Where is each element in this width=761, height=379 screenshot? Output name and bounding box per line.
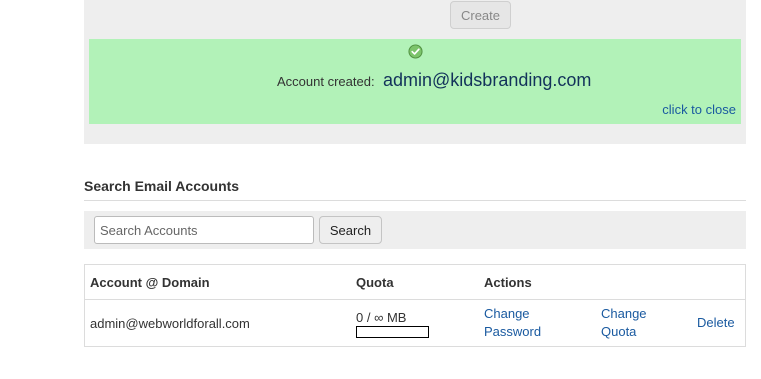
change-password-line2: Password	[484, 324, 542, 339]
search-section-title: Search Email Accounts	[84, 178, 240, 194]
account-email: admin@webworldforall.com	[90, 316, 250, 331]
quota-text: 0 / ∞ MB	[356, 310, 407, 325]
accounts-table: Account @ Domain Quota Actions admin@web…	[84, 264, 746, 347]
quota-usage-bar	[356, 326, 429, 338]
section-divider	[84, 200, 746, 201]
created-account-email: admin@kidsbranding.com	[383, 70, 592, 90]
header-account-domain[interactable]: Account @ Domain	[90, 275, 210, 290]
change-password-line1: Change	[484, 306, 530, 321]
header-quota[interactable]: Quota	[356, 275, 394, 290]
create-button[interactable]: Create	[450, 1, 511, 29]
change-quota-link[interactable]: Change Quota	[601, 305, 647, 341]
check-circle-icon	[408, 44, 423, 59]
table-header-row: Account @ Domain Quota Actions	[85, 265, 745, 300]
account-created-label: Account created:	[277, 74, 375, 89]
change-quota-line2: Quota	[601, 324, 637, 339]
search-input[interactable]	[94, 216, 314, 244]
search-button[interactable]: Search	[319, 216, 382, 244]
click-to-close-link[interactable]: click to close	[662, 102, 736, 117]
delete-link[interactable]: Delete	[697, 314, 735, 332]
header-actions: Actions	[484, 275, 532, 290]
change-password-link[interactable]: Change Password	[484, 305, 541, 341]
change-quota-line1: Change	[601, 306, 647, 321]
